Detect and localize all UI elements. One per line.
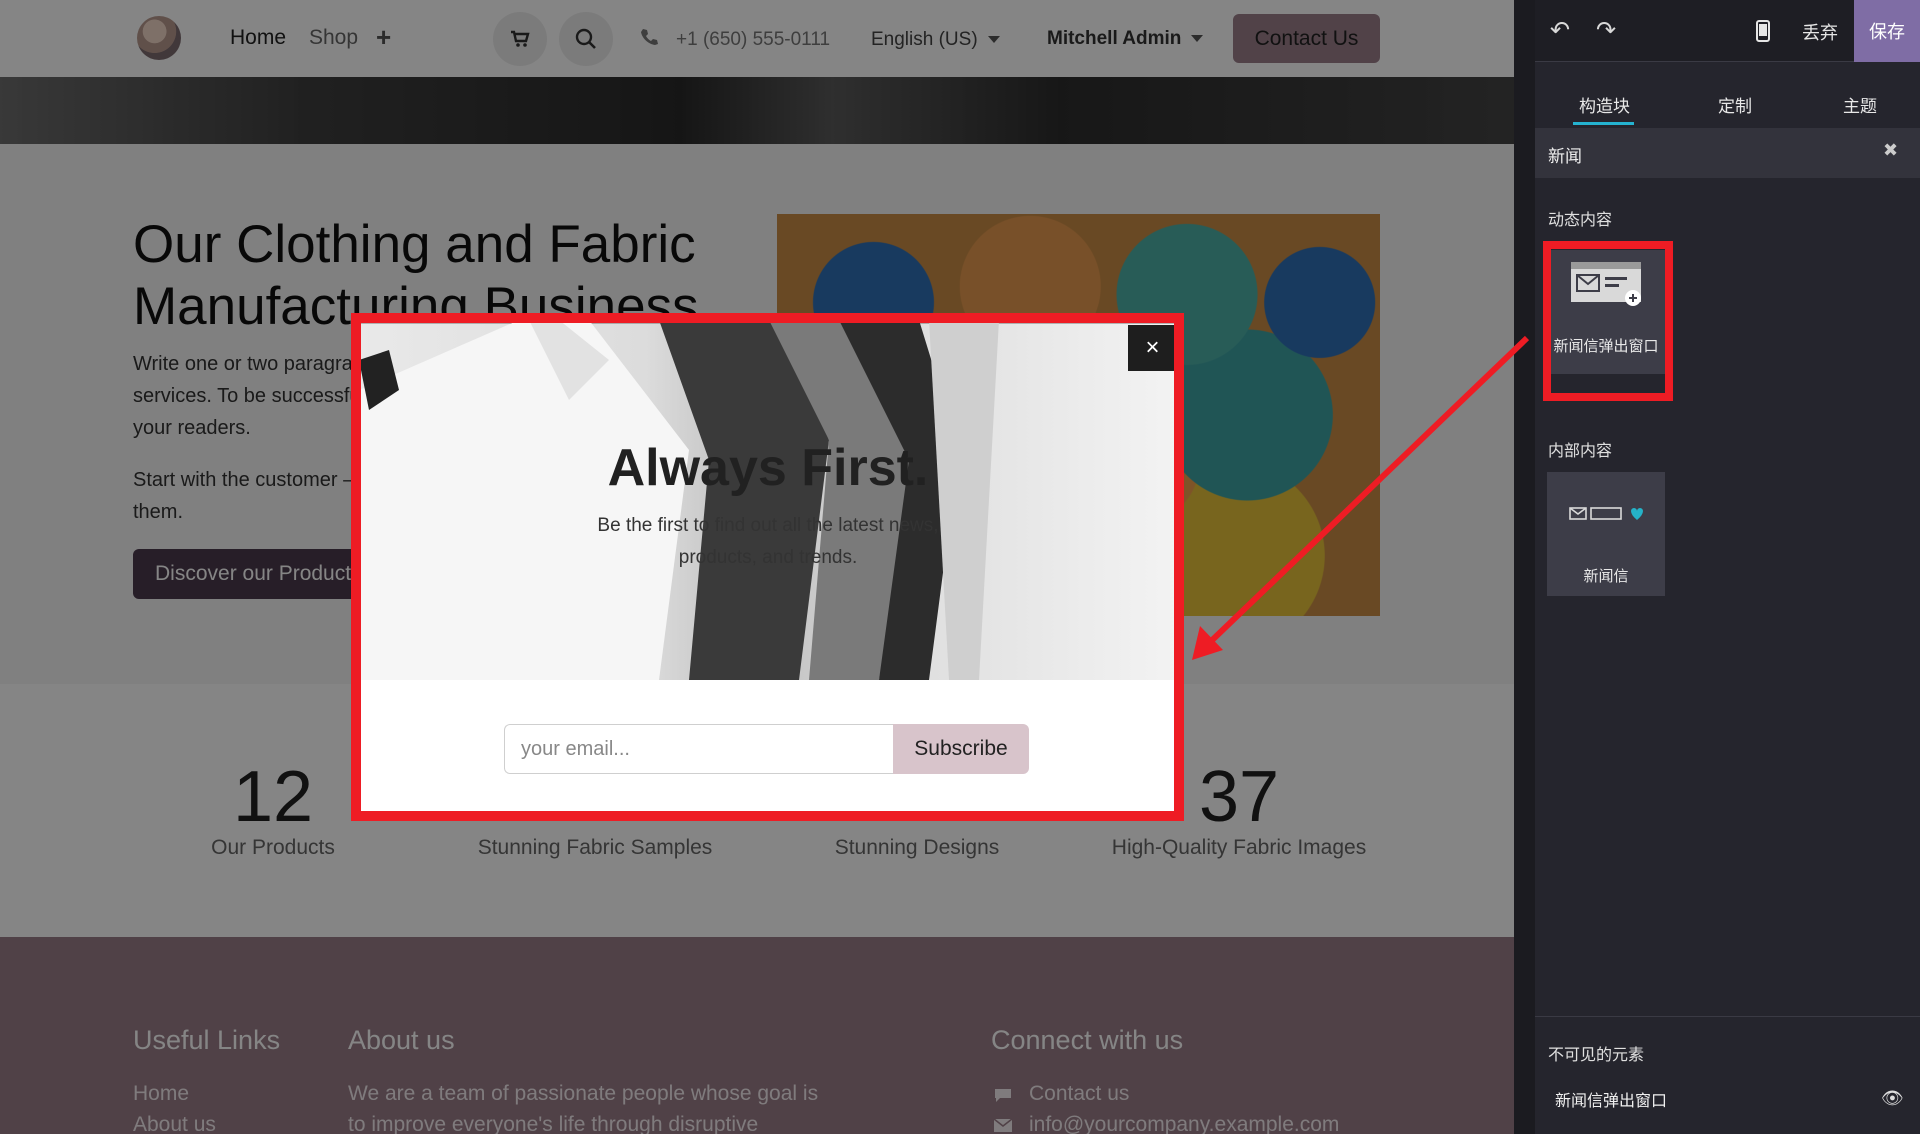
inner-content-label: 内部内容 (1548, 443, 1613, 460)
email-input[interactable] (504, 724, 893, 774)
popup-close-button[interactable]: × (1128, 325, 1177, 371)
invisible-elements-title: 不可见的元素 (1548, 1047, 1645, 1064)
block-search-field[interactable]: 新闻 ✖ (1535, 128, 1920, 178)
panel-separator (1535, 1016, 1920, 1017)
clear-search-icon[interactable]: ✖ (1883, 140, 1898, 161)
tab-blocks[interactable]: 构造块 (1579, 92, 1630, 117)
clothes-rack-image (359, 320, 1177, 680)
tab-theme[interactable]: 主题 (1843, 92, 1877, 117)
newsletter-popup: Always First. Be the first to find out a… (359, 320, 1177, 812)
newsletter-block[interactable]: 新闻信 (1547, 472, 1665, 596)
panel-divider (1514, 0, 1535, 1134)
invisible-element-item[interactable]: 新闻信弹出窗口 (1555, 1087, 1667, 1111)
block-label: 新闻信弹出窗口 (1553, 338, 1659, 355)
mobile-preview-icon[interactable] (1756, 20, 1770, 42)
newsletter-icon (1569, 507, 1643, 520)
newsletter-popup-icon (1571, 262, 1641, 306)
editor-tabs: 构造块 定制 主题 (1535, 62, 1920, 128)
block-label: 新闻信 (1583, 568, 1629, 585)
popup-background-image: Always First. Be the first to find out a… (359, 320, 1177, 680)
popup-subtitle: Be the first to find out all the latest … (597, 515, 939, 568)
editor-panel: ↶ ↷ 丢弃 保存 构造块 定制 主题 新闻 ✖ 动态内容 新闻信弹出窗口 内部… (1535, 0, 1920, 1134)
editor-topbar: ↶ ↷ 丢弃 保存 (1535, 0, 1920, 62)
eye-icon[interactable]: 👁 (1881, 1088, 1904, 1109)
redo-icon[interactable]: ↷ (1593, 18, 1619, 44)
active-tab-indicator (1573, 122, 1634, 125)
website-preview: Home Shop + +1 (650) 555-0111 English (U… (0, 0, 1514, 1134)
newsletter-popup-block[interactable]: 新闻信弹出窗口 (1547, 250, 1665, 374)
subscribe-button[interactable]: Subscribe (893, 724, 1029, 774)
save-button[interactable]: 保存 (1854, 0, 1920, 62)
undo-icon[interactable]: ↶ (1547, 18, 1573, 44)
tab-customize[interactable]: 定制 (1718, 92, 1752, 117)
popup-title: Always First. (607, 439, 929, 497)
search-value: 新闻 (1548, 147, 1582, 166)
discard-button[interactable]: 丢弃 (1802, 19, 1838, 45)
dynamic-content-label: 动态内容 (1548, 212, 1613, 229)
